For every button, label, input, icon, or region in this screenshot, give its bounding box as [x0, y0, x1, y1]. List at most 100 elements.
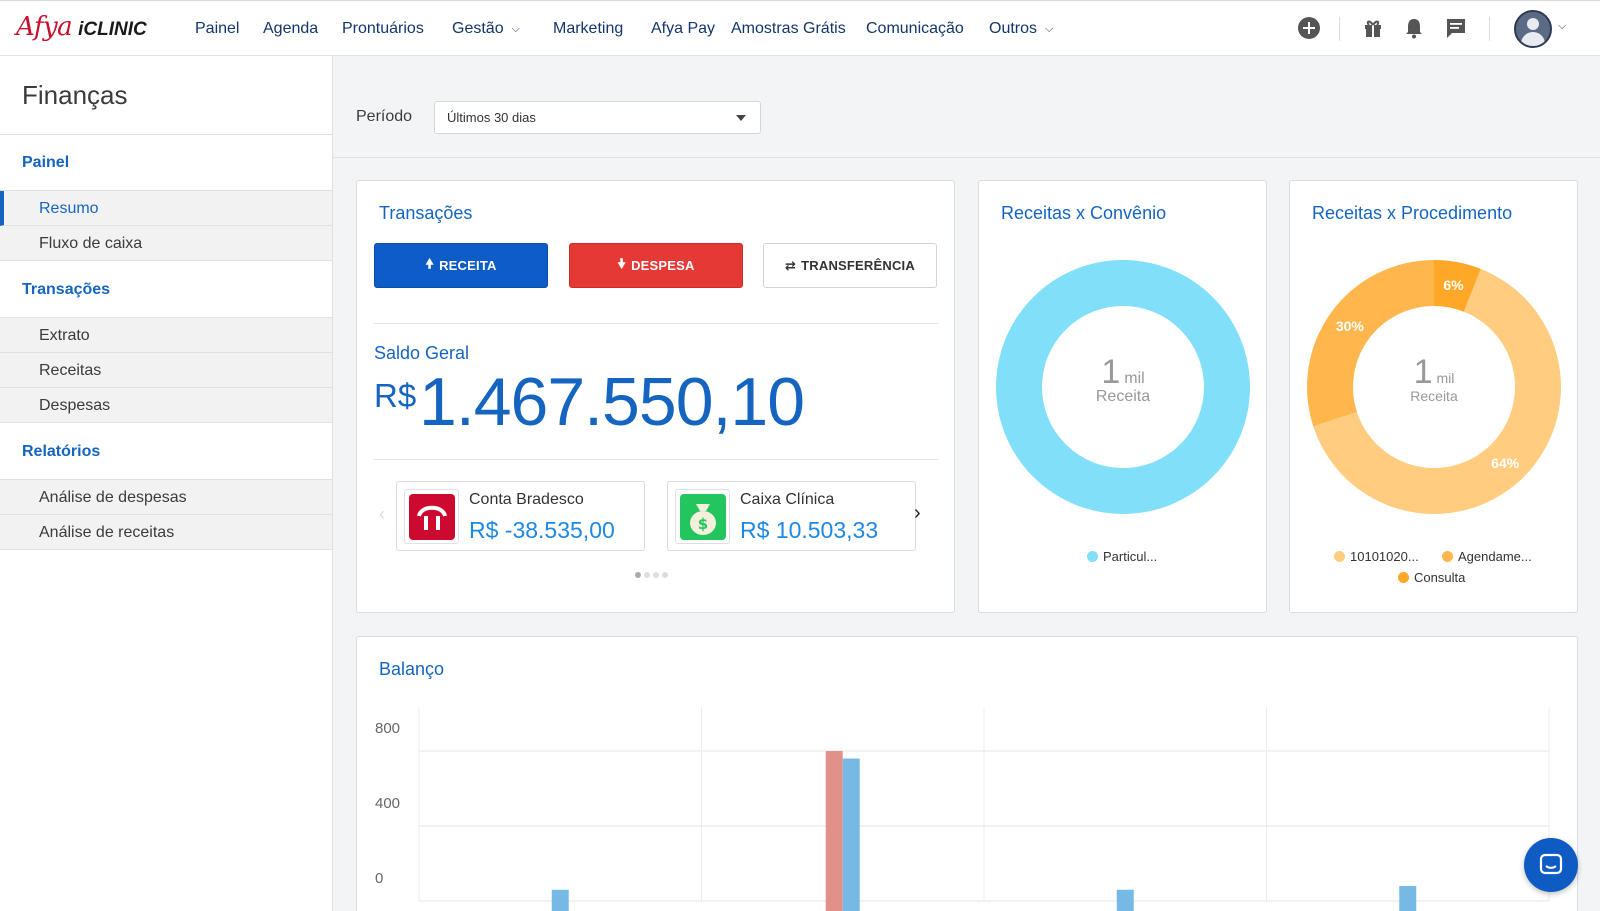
receitas-procedimento-card: Receitas x Procedimento 64% 30% 6% 1 mil Re… [1289, 180, 1578, 613]
sidebar-item-analise-despesas[interactable]: Análise de despesas [0, 480, 332, 515]
account-balance: R$ 10.503,33 [740, 517, 879, 543]
account-name: Caixa Clínica [740, 491, 835, 508]
center-number: 1 [1101, 353, 1121, 391]
chart-bar[interactable] [842, 758, 860, 911]
period-filter-bar: Período Últimos 30 dias [333, 56, 1600, 158]
nav-outros-label: Outros [989, 20, 1038, 37]
nav-gestao[interactable]: Gestão ⌵ [452, 1, 520, 57]
carousel-dot[interactable] [662, 572, 668, 578]
legend-label: Agendame... [1458, 549, 1532, 564]
nav-amostras-gratis[interactable]: Amostras Grátis [731, 1, 846, 57]
account-balance: R$ -38.535,00 [469, 517, 615, 543]
saldo-geral-value: 1.467.550,10 [419, 364, 805, 440]
carousel-dot[interactable] [653, 572, 659, 578]
account-card-caixa-clinica[interactable]: $ Caixa Clínica R$ 10.503,33 [667, 481, 916, 551]
arrow-up-icon: 🠝 [425, 255, 435, 271]
legend-item-particular[interactable]: Particul... [1087, 549, 1157, 564]
sidebar-heading-painel[interactable]: Painel [22, 154, 69, 172]
chevron-down-icon: ⌵ [511, 23, 520, 35]
sidebar-item-extrato[interactable]: Extrato [0, 318, 332, 353]
legend-dot [1334, 551, 1345, 562]
nav-comunicacao[interactable]: Comunicação [866, 1, 964, 57]
sidebar-item-despesas[interactable]: Despesas [0, 388, 332, 423]
balanco-title: Balanço [379, 659, 445, 679]
arrow-down-icon: 🠟 [617, 255, 627, 271]
logo-iclinic: iCLINIC [78, 19, 147, 40]
money-bag-icon: $ [675, 489, 730, 544]
sidebar-item-analise-receitas[interactable]: Análise de receitas [0, 515, 332, 550]
receitas-convenio-card: Receitas x Convênio 1 mil Receita Particu… [978, 180, 1267, 613]
bell-icon[interactable] [1402, 16, 1426, 40]
chat-icon[interactable] [1444, 16, 1468, 40]
avatar-head [1527, 18, 1539, 30]
chart-bar[interactable] [1399, 886, 1417, 911]
nav-marketing[interactable]: Marketing [553, 1, 623, 57]
transacoes-title: Transações [379, 203, 473, 223]
nav-prontuarios[interactable]: Prontuários [342, 1, 424, 57]
carousel-dots [635, 572, 668, 578]
chevron-down-icon[interactable]: ⌵ [1558, 20, 1566, 33]
user-avatar[interactable] [1514, 10, 1552, 48]
chat-support-button[interactable] [1524, 838, 1578, 892]
receitas-convenio-title: Receitas x Convênio [1001, 203, 1167, 223]
sidebar-title: Finanças [22, 80, 128, 110]
saldo-currency: R$ [374, 377, 417, 414]
transferencia-button[interactable]: ⇄ TRANSFERÊNCIA [763, 243, 937, 288]
sidebar-heading-transacoes[interactable]: Transações [22, 281, 110, 299]
center-caption: Receita [1410, 388, 1458, 404]
carousel-dot[interactable] [644, 572, 650, 578]
afya-iclinic-logo[interactable]: Afya iCLINIC [16, 12, 147, 46]
procedimento-center-label: 1 mil Receita [1384, 353, 1484, 404]
carousel-prev-icon[interactable]: ‹ [379, 504, 385, 525]
donut-slice-label: 64% [1491, 455, 1520, 471]
donut-slice-label: 6% [1443, 277, 1464, 293]
legend-dot [1398, 572, 1409, 583]
carousel-next-icon[interactable]: › [914, 502, 921, 525]
legend-label: Consulta [1414, 570, 1466, 585]
saldo-geral-label: Saldo Geral [374, 343, 470, 363]
nav-agenda[interactable]: Agenda [263, 1, 318, 57]
legend-item-10101020[interactable]: 10101020... [1334, 549, 1419, 564]
sidebar: Finanças Painel Resumo Fluxo de caixa Tr… [0, 56, 333, 911]
add-icon[interactable] [1297, 16, 1321, 40]
avatar-body [1521, 32, 1545, 46]
receitas-procedimento-title: Receitas x Procedimento [1312, 203, 1513, 223]
bradesco-logo-icon [404, 489, 459, 544]
svg-text:$: $ [697, 515, 707, 533]
balanco-card: Balanço 800 400 0 [356, 636, 1578, 911]
nav-divider [1489, 17, 1490, 41]
account-name: Conta Bradesco [469, 491, 584, 508]
legend-item-agendamento[interactable]: Agendame... [1442, 549, 1532, 564]
center-unit: mil [1436, 370, 1455, 386]
chart-bar[interactable] [551, 889, 569, 911]
sidebar-heading-relatorios[interactable]: Relatórios [22, 443, 100, 461]
despesa-button[interactable]: 🠟 DESPESA [569, 243, 743, 288]
caret-down-icon [736, 115, 746, 121]
period-select[interactable]: Últimos 30 dias [434, 101, 761, 134]
legend-item-consulta[interactable]: Consulta [1398, 570, 1465, 585]
nav-afya-pay[interactable]: Afya Pay [651, 1, 715, 57]
gift-icon[interactable] [1361, 16, 1385, 40]
sidebar-item-receitas[interactable]: Receitas [0, 353, 332, 388]
logo-afya: Afya [16, 12, 73, 42]
chat-bubble-icon [1539, 853, 1563, 875]
chevron-down-icon: ⌵ [1045, 23, 1054, 35]
sidebar-item-fluxo-de-caixa[interactable]: Fluxo de caixa [0, 226, 332, 261]
period-select-value: Últimos 30 dias [447, 110, 536, 125]
carousel-dot[interactable] [635, 572, 641, 578]
chart-bar[interactable] [1116, 889, 1134, 911]
transfer-arrows-icon: ⇄ [785, 257, 797, 273]
account-card-bradesco[interactable]: Conta Bradesco R$ -38.535,00 [396, 481, 645, 551]
y-tick-label: 0 [375, 870, 383, 887]
chart-bar[interactable] [825, 751, 843, 911]
legend-dot [1087, 551, 1098, 562]
despesa-button-label: DESPESA [631, 258, 695, 273]
nav-outros[interactable]: Outros ⌵ [989, 1, 1053, 57]
y-tick-label: 400 [375, 795, 400, 812]
sidebar-item-resumo[interactable]: Resumo [0, 191, 332, 226]
top-navbar: Afya iCLINIC Painel Agenda Prontuários G… [0, 0, 1600, 56]
receita-button[interactable]: 🠝 RECEITA [374, 243, 548, 288]
transacoes-card: Transações 🠝 RECEITA 🠟 DESPESA ⇄ TRANSFE… [356, 180, 955, 613]
center-number: 1 [1413, 353, 1433, 391]
nav-painel[interactable]: Painel [195, 1, 239, 57]
